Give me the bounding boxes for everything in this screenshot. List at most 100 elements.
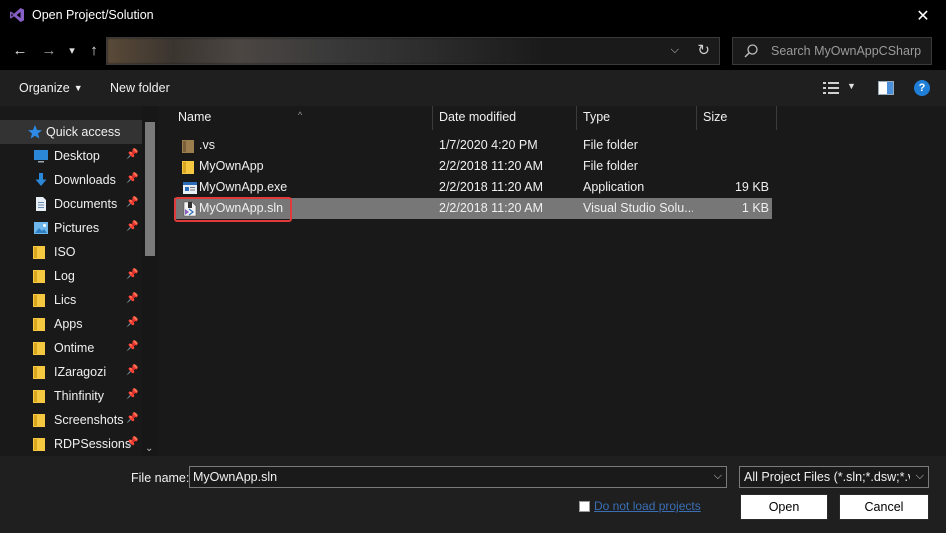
search-box[interactable]	[732, 37, 932, 65]
do-not-load-label[interactable]: Do not load projects	[594, 499, 701, 513]
address-bar[interactable]: ⌵ ↻	[106, 37, 720, 65]
up-button[interactable]: ↑	[86, 40, 102, 60]
bottom-panel: File name: ⌵ All Project Files (*.sln;*.…	[0, 456, 946, 533]
do-not-load-checkbox[interactable]	[579, 501, 590, 512]
pictures-icon	[34, 222, 48, 234]
file-type-select[interactable]: All Project Files (*.sln;*.dsw;*.vc ⌵	[739, 466, 929, 488]
pin-icon[interactable]: 📌	[126, 341, 138, 352]
download-icon	[35, 173, 47, 186]
file-date: 2/2/2018 11:20 AM	[439, 201, 544, 215]
file-row[interactable]: MyOwnApp.exe 2/2/2018 11:20 AM Applicati…	[174, 177, 772, 198]
close-button[interactable]: ✕	[900, 0, 946, 32]
sidebar-item-label: Documents	[54, 197, 118, 211]
refresh-icon[interactable]: ↻	[697, 41, 710, 59]
column-header-date-modified[interactable]: Date modified	[433, 106, 576, 130]
sidebar-item-thinfinity[interactable]: Thinfinity 📌	[0, 384, 142, 408]
file-date: 1/7/2020 4:20 PM	[439, 138, 538, 152]
file-size: 1 KB	[741, 201, 769, 215]
file-type: Application	[583, 180, 645, 194]
column-header-name[interactable]: Name ^	[166, 106, 432, 130]
sidebar-item-iso[interactable]: ISO	[0, 240, 142, 264]
file-row-selected[interactable]: MyOwnApp.sln 2/2/2018 11:20 AM Visual St…	[174, 198, 772, 219]
forward-arrow-icon: →	[41, 41, 57, 59]
file-type-value: All Project Files (*.sln;*.dsw;*.vc	[744, 470, 910, 484]
folder-icon	[33, 316, 49, 332]
title-bar: Open Project/Solution ✕	[0, 0, 946, 32]
search-input[interactable]	[771, 43, 926, 59]
organize-label: Organize	[19, 81, 70, 95]
pin-icon[interactable]: 📌	[126, 365, 138, 376]
pin-icon[interactable]: 📌	[126, 293, 138, 304]
sidebar-item-label: Pictures	[54, 221, 100, 235]
file-list: Name ^ Date modified Type Size .vs 1/7/2…	[166, 106, 946, 456]
pin-icon[interactable]: 📌	[126, 149, 138, 160]
column-header-label: Size	[703, 110, 728, 124]
sidebar-item-screenshots[interactable]: Screenshots 📌	[0, 408, 142, 432]
pin-icon[interactable]: 📌	[126, 269, 138, 280]
sidebar-item-label: Apps	[54, 317, 83, 331]
file-row[interactable]: .vs 1/7/2020 4:20 PM File folder	[174, 135, 772, 156]
organize-button[interactable]: Organize ▼	[19, 81, 83, 95]
file-type: File folder	[583, 159, 638, 173]
file-name-input[interactable]	[193, 469, 693, 485]
file-type-dropdown-icon: ⌵	[915, 470, 924, 482]
sidebar-item-documents[interactable]: Documents 📌	[0, 192, 142, 216]
column-header-label: Type	[583, 110, 611, 124]
sidebar-item-rdpsessions[interactable]: RDPSessions 📌	[0, 432, 142, 456]
sidebar-item-log[interactable]: Log 📌	[0, 264, 142, 288]
pin-icon[interactable]: 📌	[126, 413, 138, 424]
chevron-down-icon: ▾	[69, 44, 75, 57]
up-arrow-icon: ↑	[90, 41, 98, 59]
pin-icon[interactable]: 📌	[126, 317, 138, 328]
preview-pane-icon[interactable]	[878, 81, 894, 95]
sidebar-item-desktop[interactable]: Desktop 📌	[0, 144, 142, 168]
sidebar-item-pictures[interactable]: Pictures 📌	[0, 216, 142, 240]
file-name: .vs	[199, 138, 215, 152]
pin-icon[interactable]: 📌	[126, 173, 138, 184]
open-button[interactable]: Open	[740, 494, 828, 520]
pin-icon[interactable]: 📌	[126, 437, 138, 448]
scroll-down-icon[interactable]: ⌄	[145, 443, 153, 454]
cancel-button[interactable]: Cancel	[839, 494, 929, 520]
help-button[interactable]: ?	[914, 80, 930, 96]
sidebar-scrollbar[interactable]: ⌄	[142, 106, 158, 456]
search-icon	[744, 44, 758, 58]
solution-file-icon	[183, 201, 197, 217]
column-header-size[interactable]: Size	[697, 106, 776, 130]
forward-button[interactable]: →	[41, 40, 57, 60]
file-name-dropdown-icon[interactable]: ⌵	[714, 470, 722, 483]
file-name-combobox[interactable]: ⌵	[189, 466, 727, 488]
sidebar-item-label: RDPSessions	[54, 437, 132, 451]
column-divider[interactable]	[776, 106, 777, 130]
view-options-icon[interactable]	[823, 82, 839, 94]
sidebar-item-downloads[interactable]: Downloads 📌	[0, 168, 142, 192]
file-name-label: File name:	[131, 471, 190, 485]
scrollbar-thumb[interactable]	[145, 122, 155, 256]
file-name: MyOwnApp	[199, 159, 264, 173]
sidebar-item-quick-access[interactable]: Quick access	[0, 120, 142, 144]
sidebar-item-label: Ontime	[54, 341, 95, 355]
new-folder-button[interactable]: New folder	[110, 81, 170, 95]
folder-icon	[182, 138, 198, 154]
column-header-type[interactable]: Type	[577, 106, 696, 130]
pin-icon[interactable]: 📌	[126, 221, 138, 232]
back-button[interactable]: ←	[12, 40, 28, 60]
file-name: MyOwnApp.exe	[199, 180, 288, 194]
column-header-label: Date modified	[439, 110, 517, 124]
sidebar-item-label: Downloads	[54, 173, 116, 187]
file-row[interactable]: MyOwnApp 2/2/2018 11:20 AM File folder	[174, 156, 772, 177]
sidebar-item-ontime[interactable]: Ontime 📌	[0, 336, 142, 360]
window-title: Open Project/Solution	[32, 8, 154, 22]
pin-icon[interactable]: 📌	[126, 389, 138, 400]
address-path-blurred	[107, 38, 547, 64]
address-dropdown-icon[interactable]: ⌵	[671, 44, 679, 57]
recent-locations-button[interactable]: ▾	[66, 40, 78, 60]
sidebar-item-label: IZaragozi	[54, 365, 107, 379]
sidebar-item-izaragozi[interactable]: IZaragozi 📌	[0, 360, 142, 384]
sidebar-item-apps[interactable]: Apps 📌	[0, 312, 142, 336]
view-dropdown-icon[interactable]: ▼	[847, 81, 856, 91]
column-header-label: Name	[178, 110, 212, 124]
sidebar-item-lics[interactable]: Lics 📌	[0, 288, 142, 312]
pin-icon[interactable]: 📌	[126, 197, 138, 208]
help-icon: ?	[918, 82, 926, 94]
